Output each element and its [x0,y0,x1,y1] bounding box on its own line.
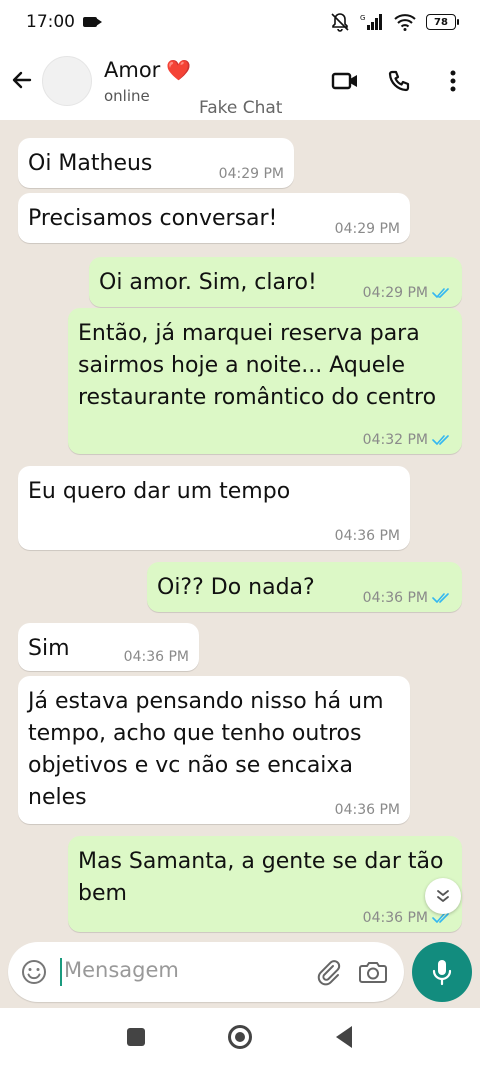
message-list[interactable]: Oi Matheus 04:29 PM Precisamos conversar… [0,120,480,940]
recents-button[interactable] [127,1028,145,1046]
message-meta: 04:36 PM [335,528,400,544]
message-meta: 04:29 PM [363,285,452,301]
chat-header: Amor ❤️ online Fake Chat [0,44,480,120]
svg-text:G: G [360,14,365,22]
message-meta: 04:36 PM [124,649,189,665]
message-time: 04:29 PM [362,285,428,301]
message-time: 04:32 PM [362,432,428,448]
message-meta: 04:29 PM [335,221,400,237]
signal-icon: G [360,14,382,30]
message-incoming: Oi Matheus 04:29 PM [18,138,294,188]
phone-icon [388,70,410,92]
message-meta: 04:29 PM [219,166,284,182]
mic-button[interactable] [412,942,472,1002]
mute-bell-icon [331,13,349,32]
contact-name-row[interactable]: Amor ❤️ [104,58,191,82]
message-outgoing: Oi?? Do nada? 04:36 PM [147,562,462,612]
back-button[interactable] [8,64,36,96]
message-outgoing: Então, já marquei reserva para sairmos h… [68,308,462,454]
avatar[interactable] [42,56,92,106]
message-time: 04:36 PM [334,528,400,544]
more-vert-icon [450,70,456,92]
text-caret [60,958,62,986]
home-button[interactable] [228,1025,252,1049]
read-receipt-icon [432,593,449,603]
message-input[interactable]: Mensagem [64,958,179,982]
video-call-button[interactable] [328,64,362,98]
message-time: 04:36 PM [123,649,189,665]
message-text: Já estava pensando nisso há um tempo, ac… [28,689,391,810]
message-incoming: Sim 04:36 PM [18,623,199,671]
message-time: 04:29 PM [218,166,284,182]
scroll-down-icon [437,890,449,902]
screen-record-icon [83,17,102,27]
message-incoming: Eu quero dar um tempo 04:36 PM [18,466,410,550]
message-meta: 04:36 PM [335,802,400,818]
wifi-icon [394,14,416,31]
message-incoming: Já estava pensando nisso há um tempo, ac… [18,676,410,824]
message-time: 04:29 PM [334,221,400,237]
camera-icon[interactable] [358,958,388,986]
message-text: Então, já marquei reserva para sairmos h… [78,321,437,410]
voice-call-button[interactable] [382,64,416,98]
more-options-button[interactable] [436,64,470,98]
battery-indicator: 78 [426,14,459,30]
message-outgoing: Oi amor. Sim, claro! 04:29 PM [89,257,462,307]
watermark-text: Fake Chat [199,98,283,118]
status-time: 17:00 [26,12,75,32]
message-outgoing: Mas Samanta, a gente se dar tão bem 04:3… [68,836,462,932]
emoji-icon[interactable] [20,958,48,986]
system-back-button[interactable] [336,1026,352,1048]
system-nav-bar [0,1008,480,1066]
message-composer: Mensagem [8,942,404,1002]
attach-icon[interactable] [314,958,342,986]
heart-emoji: ❤️ [166,58,192,82]
message-incoming: Precisamos conversar! 04:29 PM [18,193,410,243]
message-time: 04:36 PM [362,910,428,926]
read-receipt-icon [432,435,449,445]
battery-level: 78 [434,16,448,28]
read-receipt-icon [432,288,449,298]
message-time: 04:36 PM [362,590,428,606]
contact-status: online [104,87,150,105]
message-text: Eu quero dar um tempo [28,479,291,504]
message-meta: 04:32 PM [363,432,452,448]
back-arrow-icon [12,71,32,89]
status-bar: 17:00 G 78 [0,0,480,44]
message-meta: 04:36 PM [363,590,452,606]
scroll-to-bottom-button[interactable] [425,878,461,914]
message-text: Mas Samanta, a gente se dar tão bem [78,849,451,906]
video-call-icon [331,72,357,90]
message-time: 04:36 PM [334,802,400,818]
contact-name: Amor [104,58,161,82]
mic-icon [432,960,452,986]
